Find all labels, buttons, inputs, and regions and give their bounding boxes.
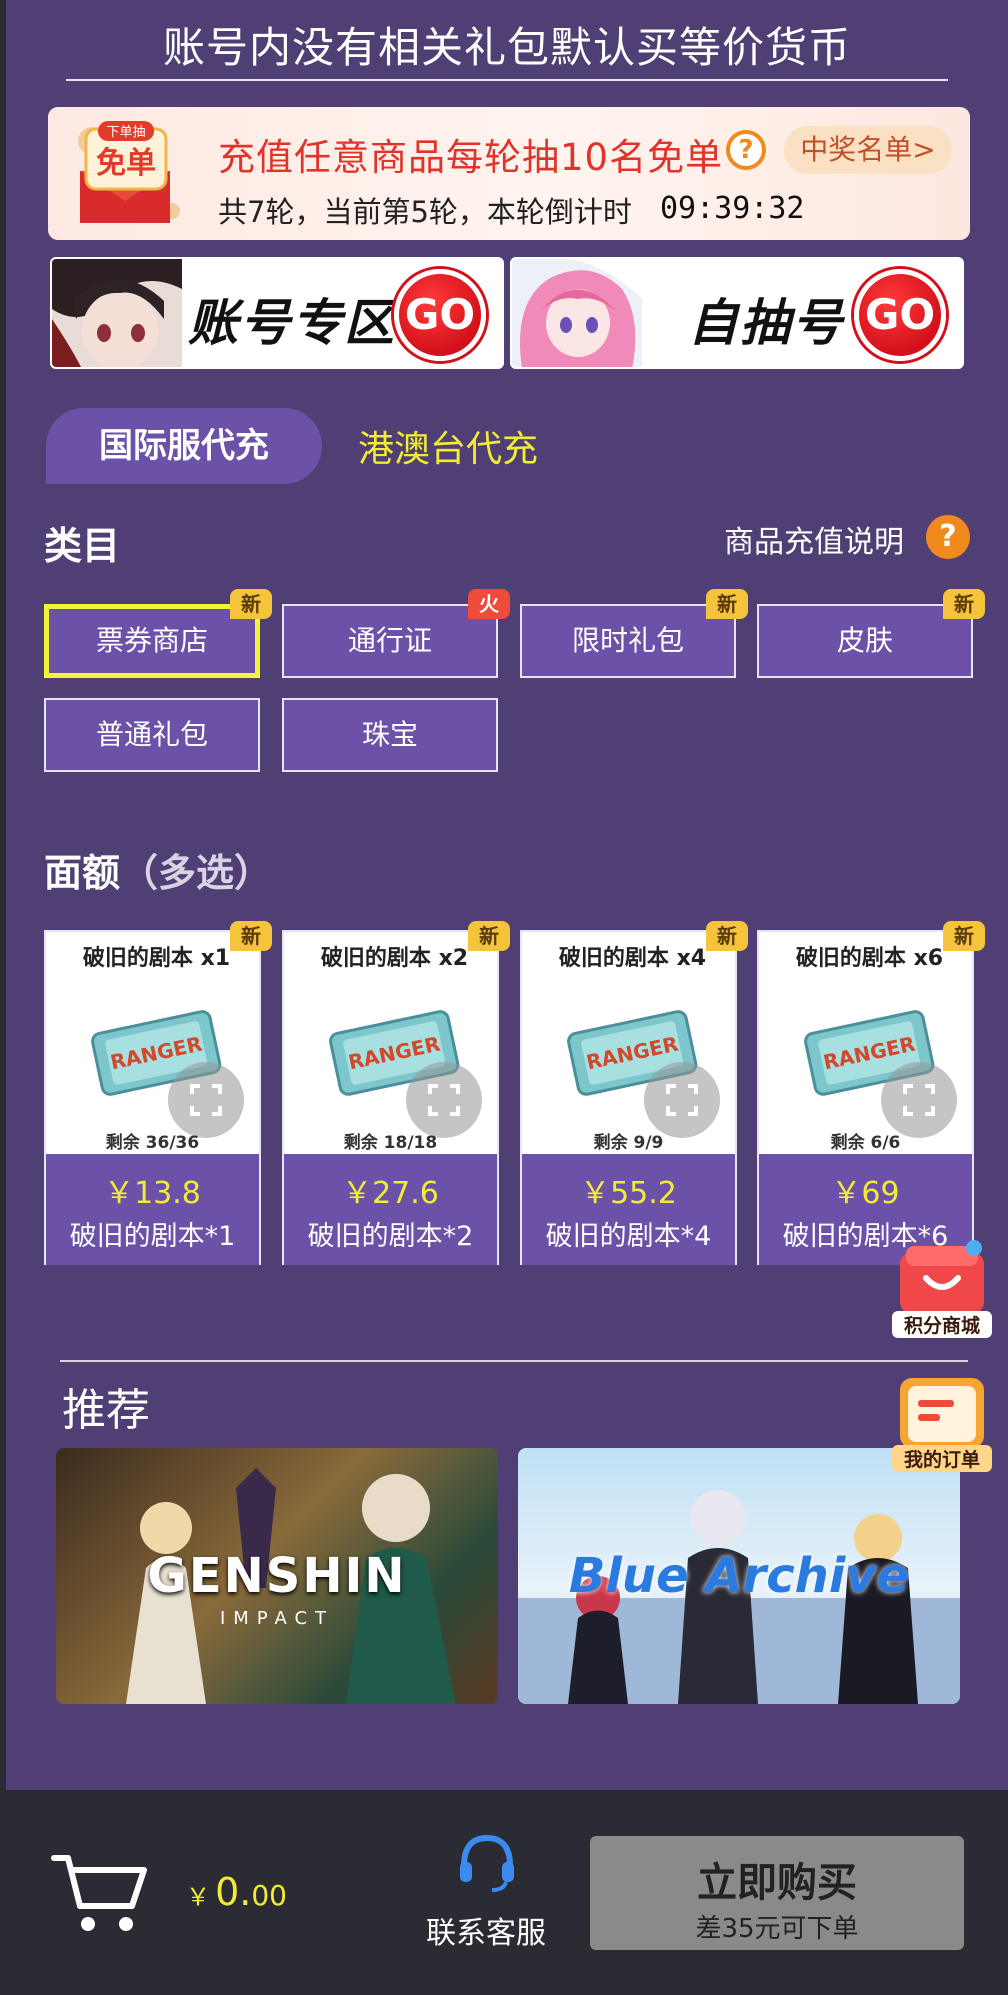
hot-badge: 火: [468, 589, 510, 619]
product-card[interactable]: 破旧的剧本 x4 RANGER 剩余 9/9 ￥55.2 破旧的剧本*4: [520, 930, 737, 1265]
currency-symbol: ￥: [186, 1883, 210, 1911]
category-battle-pass[interactable]: 通行证: [282, 604, 498, 678]
product-name: 破旧的剧本 x6: [795, 946, 944, 971]
total-integer: 0.: [215, 1870, 252, 1914]
buy-now-label: 立即购买: [697, 1860, 857, 1906]
product-price: ￥13.8: [104, 1176, 201, 1211]
genshin-logo-text: GENSHIN: [147, 1548, 407, 1604]
stock-remaining: 剩余 36/36: [105, 1133, 200, 1153]
order-list-icon: [900, 1378, 984, 1448]
headset-icon[interactable]: [456, 1832, 518, 1892]
self-draw-zone-label: 自抽号: [688, 294, 844, 352]
total-decimal: 00: [251, 1879, 287, 1912]
product-footer: ￥55.2 破旧的剧本*4: [522, 1154, 735, 1265]
category-ticket-shop[interactable]: 票券商店: [44, 604, 260, 678]
new-badge: 新: [706, 589, 748, 619]
product-name: 破旧的剧本 x2: [320, 946, 469, 971]
new-badge: 新: [230, 589, 272, 619]
genshin-logo-subtext: IMPACT: [219, 1608, 335, 1629]
category-label: 皮肤: [836, 624, 893, 657]
product-label: 破旧的剧本*4: [545, 1221, 712, 1252]
cart-icon[interactable]: [50, 1848, 150, 1938]
genshin-impact-card[interactable]: GENSHIN IMPACT: [56, 1448, 498, 1704]
account-zone-card[interactable]: 账号专区 GO: [50, 257, 504, 369]
promo-countdown: 09:39:32: [660, 191, 805, 226]
stock-remaining: 剩余 9/9: [593, 1133, 664, 1153]
zoom-preview-icon[interactable]: [168, 1062, 244, 1138]
denomination-section-title: 面额（多选）: [44, 851, 273, 895]
zoom-preview-icon[interactable]: [881, 1062, 957, 1138]
product-card[interactable]: 破旧的剧本 x2 RANGER 剩余 18/18 ￥27.6 破旧的剧本*2: [282, 930, 499, 1265]
shopping-bag-icon: [900, 1240, 984, 1314]
product-label: 破旧的剧本*2: [307, 1221, 474, 1252]
category-label: 普通礼包: [95, 718, 208, 751]
product-card[interactable]: 破旧的剧本 x1 RANGER 剩余 36/36 ￥13.8 破旧的剧本*1: [44, 930, 261, 1265]
zoom-preview-icon[interactable]: [644, 1062, 720, 1138]
header-divider: [66, 79, 948, 81]
tab-international-topup[interactable]: 国际服代充: [46, 408, 322, 484]
category-label: 珠宝: [361, 718, 418, 751]
free-order-lottery-banner[interactable]: 下单抽 免单 充值任意商品每轮抽10名免单 ? 中奖名单> 共7轮，当前第5轮，…: [48, 107, 970, 240]
product-name: 破旧的剧本 x4: [558, 946, 707, 971]
category-section-title: 类目: [44, 524, 121, 568]
self-draw-account-card[interactable]: 自抽号 GO: [510, 257, 964, 369]
category-limited-pack[interactable]: 限时礼包: [520, 604, 736, 678]
my-orders-label: 我的订单: [892, 1445, 992, 1472]
product-price: ￥27.6: [342, 1176, 439, 1211]
recharge-instructions-link[interactable]: 商品充值说明: [724, 517, 904, 561]
winners-list-button[interactable]: 中奖名单>: [784, 126, 952, 174]
help-icon[interactable]: ?: [926, 515, 970, 559]
page-title: 账号内没有相关礼包默认买等价货币: [162, 23, 851, 72]
anime-character-art: [52, 259, 182, 367]
new-badge: 新: [468, 921, 510, 951]
product-footer: ￥13.8 破旧的剧本*1: [46, 1154, 259, 1265]
section-divider: [60, 1360, 968, 1362]
checkout-bar: ￥ 0.00 联系客服 立即购买 差35元可下单: [6, 1790, 1008, 1995]
promo-help-icon[interactable]: ?: [726, 130, 766, 170]
stock-remaining: 剩余 18/18: [343, 1133, 438, 1153]
zoom-preview-icon[interactable]: [406, 1062, 482, 1138]
blue-archive-card[interactable]: Blue Archive: [518, 1448, 960, 1704]
minimum-order-hint: 差35元可下单: [695, 1914, 859, 1944]
red-envelope-icon: 下单抽 免单: [78, 121, 180, 223]
envelope-badge-top: 下单抽: [106, 125, 145, 140]
cart-total: ￥ 0.00: [186, 1870, 287, 1914]
promo-title: 充值任意商品每轮抽10名免单: [218, 136, 724, 179]
new-badge: 新: [943, 589, 985, 619]
tab-hk-macau-taiwan-topup[interactable]: 港澳台代充: [358, 420, 538, 472]
category-label: 限时礼包: [571, 624, 684, 657]
anime-character-art: [512, 259, 642, 367]
product-card[interactable]: 破旧的剧本 x6 RANGER 剩余 6/6 ￥69 破旧的剧本*6: [757, 930, 974, 1265]
product-name: 破旧的剧本 x1: [82, 946, 231, 971]
category-label: 票券商店: [95, 624, 208, 657]
new-badge: 新: [230, 921, 272, 951]
recommend-section-title: 推荐: [62, 1385, 150, 1436]
stock-remaining: 剩余 6/6: [830, 1133, 901, 1153]
category-skins[interactable]: 皮肤: [757, 604, 973, 678]
product-footer: ￥27.6 破旧的剧本*2: [284, 1154, 497, 1265]
blue-archive-logo-text: Blue Archive: [568, 1548, 910, 1604]
new-badge: 新: [943, 921, 985, 951]
buy-now-button[interactable]: 立即购买 差35元可下单: [590, 1836, 964, 1950]
product-price: ￥69: [831, 1176, 900, 1211]
my-orders-button[interactable]: 我的订单: [892, 1372, 992, 1472]
category-jewels[interactable]: 珠宝: [282, 698, 498, 772]
category-label: 通行证: [347, 624, 432, 657]
customer-service-label[interactable]: 联系客服: [426, 1908, 546, 1952]
account-zone-label: 账号专区: [188, 294, 396, 352]
product-price: ￥55.2: [580, 1176, 677, 1211]
account-zone-go-button[interactable]: GO: [394, 269, 486, 361]
self-draw-go-button[interactable]: GO: [854, 269, 946, 361]
product-label: 破旧的剧本*1: [69, 1221, 236, 1252]
promo-round-info: 共7轮，当前第5轮，本轮倒计时: [218, 195, 632, 229]
points-mall-button[interactable]: 积分商城: [892, 1238, 992, 1338]
envelope-badge-main: 免单: [96, 146, 156, 181]
page-background: 账号内没有相关礼包默认买等价货币 下单抽 免单 充值任意商品每轮抽10名免单 ?…: [6, 0, 1008, 1790]
category-regular-pack[interactable]: 普通礼包: [44, 698, 260, 772]
new-badge: 新: [706, 921, 748, 951]
points-mall-label: 积分商城: [892, 1311, 992, 1338]
